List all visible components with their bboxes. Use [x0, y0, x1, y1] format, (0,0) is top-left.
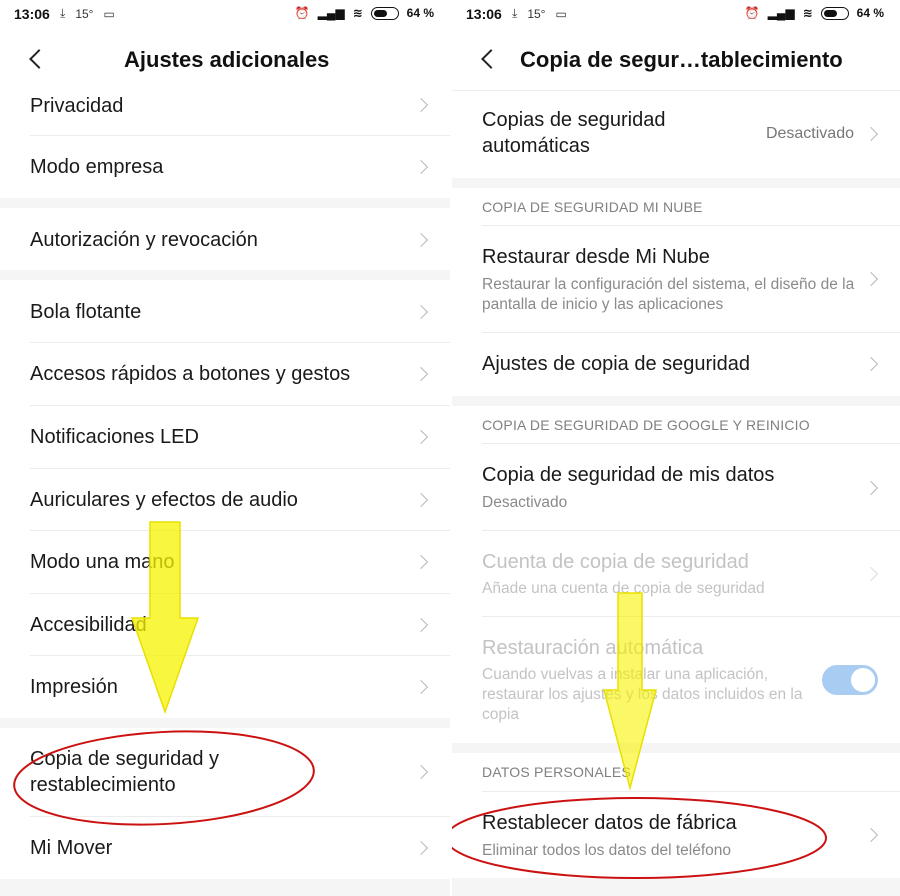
list-item-backup-account[interactable]: Cuenta de copia de seguridad Añade una c…	[452, 531, 900, 617]
section-gap	[0, 198, 450, 208]
section-gap	[0, 879, 450, 896]
chevron-right-icon	[413, 366, 429, 382]
laptop-icon: ▭	[103, 6, 115, 21]
list-item-audio[interactable]: Auriculares y efectos de audio	[0, 469, 450, 531]
auto-restore-toggle[interactable]	[822, 665, 878, 695]
chevron-right-icon	[413, 159, 429, 175]
chevron-right-icon	[413, 840, 429, 856]
temperature-label: 15°	[75, 6, 94, 21]
list-item-floating-ball[interactable]: Bola flotante	[0, 280, 450, 342]
page-title: Ajustes adicionales	[124, 47, 330, 72]
signal-icon: ▂▄▆	[317, 6, 345, 20]
title-bar: Ajustes adicionales	[0, 30, 450, 90]
list-item-auto-backup[interactable]: Copias de seguridad automáticas Desactiv…	[452, 91, 900, 178]
list-item-printing[interactable]: Impresión	[0, 656, 450, 718]
chevron-right-icon	[413, 764, 429, 780]
list-item-accessibility[interactable]: Accesibilidad	[0, 594, 450, 656]
chevron-right-icon	[413, 554, 429, 570]
chevron-right-icon	[863, 356, 879, 372]
section-header-mi-cloud: COPIA DE SEGURIDAD MI NUBE	[452, 188, 900, 226]
list-item-authorization[interactable]: Autorización y revocación	[0, 208, 450, 270]
status-time: 13:06	[466, 6, 502, 22]
wifi-icon: ≋	[802, 6, 813, 20]
chevron-right-icon	[863, 480, 879, 496]
back-button[interactable]	[474, 46, 502, 74]
battery-percent: 64 %	[406, 6, 434, 20]
list-item-backup-my-data[interactable]: Copia de seguridad de mis datos Desactiv…	[452, 444, 900, 530]
list-item-auto-restore[interactable]: Restauración automática Cuando vuelvas a…	[452, 617, 900, 743]
chevron-right-icon	[863, 827, 879, 843]
chevron-right-icon	[863, 271, 879, 287]
status-bar: 13:06 ⤓ 15° ▭ ⏰ ▂▄▆ ≋ 64 %	[0, 0, 450, 30]
battery-percent: 64 %	[856, 6, 884, 20]
section-gap	[452, 396, 900, 406]
chevron-right-icon	[413, 492, 429, 508]
chevron-right-icon	[413, 617, 429, 633]
signal-icon: ▂▄▆	[767, 6, 795, 20]
toggle-knob	[851, 668, 875, 692]
chevron-right-icon	[863, 566, 879, 582]
list-item-one-hand[interactable]: Modo una mano	[0, 531, 450, 593]
section-gap	[0, 718, 450, 728]
section-gap	[452, 878, 900, 896]
download-icon: ⤓	[512, 6, 518, 20]
list-item-privacy[interactable]: Privacidad	[0, 90, 450, 136]
chevron-right-icon	[413, 304, 429, 320]
list-item-shortcuts[interactable]: Accesos rápidos a botones y gestos	[0, 343, 450, 405]
download-icon: ⤓	[60, 6, 66, 20]
status-time: 13:06	[14, 6, 50, 22]
temperature-label: 15°	[527, 6, 546, 21]
wifi-icon: ≋	[352, 6, 363, 20]
list-item-backup-reset[interactable]: Copia de seguridad y restablecimiento	[0, 728, 450, 816]
laptop-icon: ▭	[555, 6, 567, 21]
list-item-mi-mover[interactable]: Mi Mover	[0, 817, 450, 879]
battery-icon	[820, 6, 849, 20]
alarm-icon: ⏰	[744, 6, 760, 20]
back-button[interactable]	[22, 46, 50, 74]
alarm-icon: ⏰	[294, 6, 310, 20]
chevron-right-icon	[413, 232, 429, 248]
section-header-personal: DATOS PERSONALES	[452, 753, 900, 791]
chevron-right-icon	[863, 126, 879, 142]
title-bar: Copia de segur…tablecimiento	[452, 30, 900, 90]
list-item-led[interactable]: Notificaciones LED	[0, 406, 450, 468]
page-title: Copia de segur…tablecimiento	[520, 47, 843, 72]
left-screen: 13:06 ⤓ 15° ▭ ⏰ ▂▄▆ ≋ 64 % Ajustes adici…	[0, 0, 450, 896]
right-screen: 13:06 ⤓ 15° ▭ ⏰ ▂▄▆ ≋ 64 % Copia de segu…	[452, 0, 900, 896]
chevron-right-icon	[413, 679, 429, 695]
section-gap	[452, 178, 900, 188]
list-item-enterprise-mode[interactable]: Modo empresa	[0, 136, 450, 198]
section-gap	[0, 270, 450, 280]
list-item-factory-reset[interactable]: Restablecer datos de fábrica Eliminar to…	[452, 792, 900, 878]
status-bar: 13:06 ⤓ 15° ▭ ⏰ ▂▄▆ ≋ 64 %	[452, 0, 900, 30]
list-item-backup-settings[interactable]: Ajustes de copia de seguridad	[452, 333, 900, 396]
chevron-right-icon	[413, 429, 429, 445]
auto-backup-value: Desactivado	[765, 125, 854, 142]
section-header-google: COPIA DE SEGURIDAD DE GOOGLE Y REINICIO	[452, 406, 900, 444]
battery-icon	[370, 6, 399, 20]
section-gap	[452, 743, 900, 753]
list-item-restore-mi-cloud[interactable]: Restaurar desde Mi Nube Restaurar la con…	[452, 226, 900, 332]
chevron-right-icon	[413, 97, 429, 113]
